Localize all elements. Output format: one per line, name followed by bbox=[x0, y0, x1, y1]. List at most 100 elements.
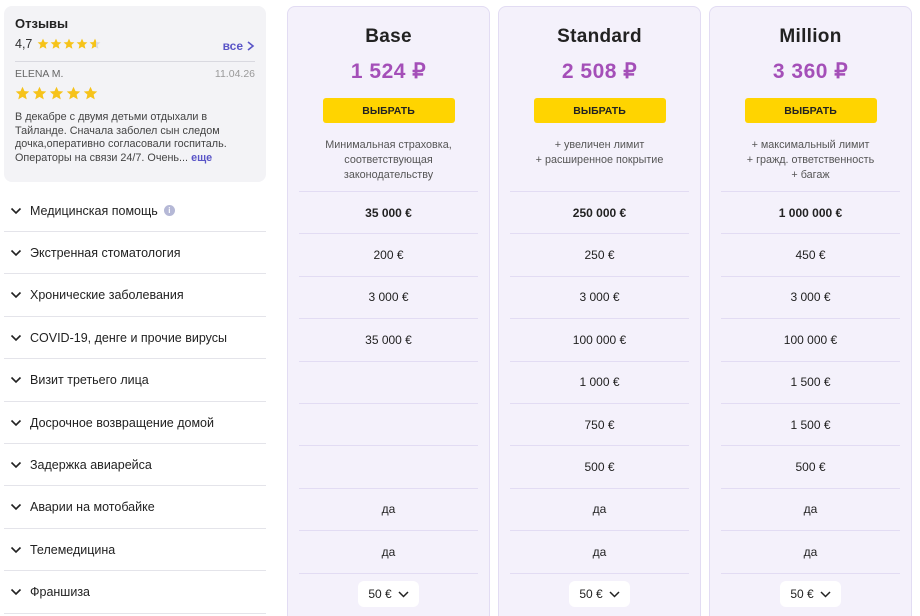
chevron-down-icon bbox=[10, 292, 22, 299]
rating-summary: 4,7 bbox=[15, 37, 101, 51]
plan-cell: 250 € bbox=[510, 233, 689, 275]
plan-description-line: + гражд. ответственность bbox=[746, 154, 875, 166]
rating-value: 4,7 bbox=[15, 37, 33, 51]
plan-cell-value: 1 000 000 € bbox=[778, 205, 843, 220]
plan-description-line: + расширенное покрытие bbox=[535, 154, 664, 166]
plan-cell: 500 € bbox=[721, 445, 900, 487]
plan-cell: 100 000 € bbox=[721, 318, 900, 360]
chevron-down-icon bbox=[10, 377, 22, 384]
choose-plan-button[interactable]: ВЫБРАТЬ bbox=[744, 98, 877, 123]
plan-cell-value: 100 000 € bbox=[783, 332, 838, 347]
plan-cell-value: 500 € bbox=[795, 459, 826, 474]
coverage-row[interactable]: Экстренная стоматология bbox=[4, 232, 266, 275]
review-meta: ELENA M. 11.04.26 bbox=[15, 68, 255, 80]
plan-cell-value: 750 € bbox=[584, 417, 615, 432]
info-icon[interactable]: i bbox=[163, 205, 175, 216]
coverage-row-label: Франшиза bbox=[30, 585, 91, 600]
review-more-link[interactable]: еще bbox=[191, 152, 212, 164]
coverage-row[interactable]: Аварии на мотобайке bbox=[4, 487, 266, 529]
choose-plan-button[interactable]: ВЫБРАТЬ bbox=[322, 98, 455, 123]
star-icon bbox=[50, 38, 62, 49]
coverage-row[interactable]: Хронические заболевания bbox=[4, 275, 266, 317]
plan-price: 3 360 ₽ bbox=[772, 60, 849, 83]
plan-cell-value: 1 500 € bbox=[790, 417, 831, 432]
plan-cell: да bbox=[510, 487, 689, 530]
choose-plan-button[interactable]: ВЫБРАТЬ bbox=[533, 98, 666, 123]
plan-cell bbox=[299, 445, 478, 487]
chevron-down-icon bbox=[10, 249, 22, 257]
plan-cell-value: 450 € bbox=[795, 247, 826, 262]
coverage-row-label: Визит третьего лица bbox=[30, 373, 149, 388]
coverage-row[interactable]: Телемедицина bbox=[4, 529, 266, 572]
deductible-value: 50 € bbox=[790, 587, 814, 602]
plan-cell: 1 000 000 € bbox=[721, 191, 900, 233]
chevron-down-icon bbox=[820, 591, 831, 598]
star-icon bbox=[32, 86, 47, 100]
plan-cell-value: 1 500 € bbox=[790, 375, 831, 390]
deductible-select[interactable]: 50 € bbox=[780, 581, 841, 608]
chevron-down-icon bbox=[10, 504, 22, 511]
plan-cell: 3 000 € bbox=[721, 275, 900, 318]
plan-cell: 200 € bbox=[299, 233, 478, 275]
plan-cell-value: 3 000 € bbox=[790, 290, 831, 305]
plan-description: + максимальный лимит + гражд. ответственн… bbox=[710, 138, 911, 186]
plan-name: Base bbox=[365, 26, 412, 47]
plan-description: Минимальная страховка, соответствующая зак… bbox=[288, 138, 489, 186]
plan-cell: 3 000 € bbox=[299, 275, 478, 318]
chevron-down-icon bbox=[10, 589, 22, 596]
coverage-row[interactable]: COVID-19, денге и прочие вирусы bbox=[4, 317, 266, 360]
plan-cell: 750 € bbox=[510, 403, 689, 445]
plan-description-line: соответствующая bbox=[344, 154, 433, 166]
plan-cell: 100 000 € bbox=[510, 318, 689, 360]
review-author: ELENA M. bbox=[15, 68, 64, 80]
plan-cell bbox=[299, 403, 478, 445]
plan-name: Standard bbox=[557, 26, 642, 47]
coverage-row-label: Досрочное возвращение домой bbox=[30, 415, 214, 430]
plan-cell-value: да bbox=[381, 544, 396, 559]
coverage-row-label: Медицинская помощь bbox=[30, 203, 158, 218]
review-date: 11.04.26 bbox=[214, 68, 255, 80]
coverage-row[interactable]: Визит третьего лица bbox=[4, 360, 266, 402]
reviews-title: Отзывы bbox=[15, 16, 69, 31]
deductible-value: 50 € bbox=[579, 587, 603, 602]
coverage-row[interactable]: Задержка авиарейса bbox=[4, 444, 266, 487]
chevron-down-icon bbox=[10, 207, 22, 214]
coverage-row-label: Экстренная стоматология bbox=[30, 245, 181, 260]
plan-description-line: Минимальная страховка, bbox=[325, 139, 452, 151]
rating-stars bbox=[37, 38, 101, 50]
all-reviews-link[interactable]: все bbox=[223, 39, 255, 53]
chevron-down-icon bbox=[609, 591, 620, 598]
plan-description: + увеличен лимит + расширенное покрытие bbox=[499, 138, 700, 186]
coverage-row[interactable]: Досрочное возвращение домой bbox=[4, 402, 266, 444]
review-stars bbox=[15, 86, 255, 101]
plan-cell: да bbox=[510, 530, 689, 572]
plan-description-line: + максимальный лимит bbox=[751, 139, 870, 151]
deductible-select[interactable]: 50 € bbox=[569, 581, 630, 608]
star-icon bbox=[63, 38, 75, 49]
star-icon bbox=[76, 38, 88, 49]
plan-cell-value: 250 000 € bbox=[572, 205, 627, 220]
coverage-row-label: Хронические заболевания bbox=[30, 288, 184, 303]
plan-price: 1 524 ₽ bbox=[350, 60, 427, 83]
reviews-card: Отзывы 4,7 все ELENA M. 11.04.26 В декаб… bbox=[4, 6, 266, 182]
plan-cell-value: 3 000 € bbox=[579, 290, 620, 305]
plan-cell-value: 3 000 € bbox=[368, 290, 409, 305]
plan-cell: 35 000 € bbox=[299, 318, 478, 360]
plan-description-line: + багаж bbox=[791, 169, 830, 181]
plan-cell-deductible: 50 € bbox=[721, 572, 900, 615]
plan-cell: 500 € bbox=[510, 445, 689, 487]
plan-cell-value: 100 000 € bbox=[572, 332, 627, 347]
star-icon bbox=[66, 86, 81, 100]
chevron-down-icon bbox=[10, 334, 22, 341]
plan-cell: 35 000 € bbox=[299, 191, 478, 233]
chevron-right-icon bbox=[247, 41, 255, 51]
star-icon bbox=[15, 86, 30, 100]
star-icon bbox=[89, 38, 101, 49]
plan-cell-value: 35 000 € bbox=[365, 332, 412, 347]
plan-description-line: законодательству bbox=[343, 169, 434, 181]
plan-column-base: Base 1 524 ₽ ВЫБРАТЬ Минимальная страховка,… bbox=[287, 6, 490, 616]
coverage-row[interactable]: Медицинская помощь i bbox=[4, 190, 266, 232]
plan-price: 2 508 ₽ bbox=[561, 60, 638, 83]
deductible-select[interactable]: 50 € bbox=[358, 581, 419, 608]
coverage-row[interactable]: Франшиза bbox=[4, 572, 266, 614]
